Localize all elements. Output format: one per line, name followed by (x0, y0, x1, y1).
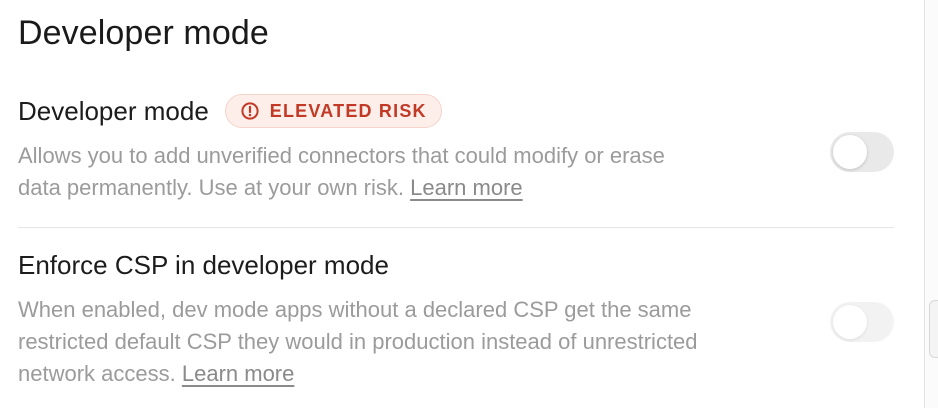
developer-mode-description-text: Allows you to add unverified connectors … (18, 143, 665, 200)
panel-resize-handle[interactable] (929, 300, 938, 358)
enforce-csp-description-text: When enabled, dev mode apps without a de… (18, 297, 698, 386)
section-title: Developer mode (18, 14, 269, 52)
divider (18, 227, 894, 228)
developer-mode-learn-more-link[interactable]: Learn more (410, 175, 523, 200)
badge-label: ELEVATED RISK (269, 100, 427, 121)
enforce-csp-title-line: Enforce CSP in developer mode (18, 248, 894, 282)
panel-edge (924, 0, 938, 408)
developer-mode-setting: Developer mode ELEVATED RISK Allows you … (18, 94, 894, 204)
developer-mode-title: Developer mode (18, 95, 209, 126)
developer-mode-description: Allows you to add unverified connectors … (18, 140, 708, 204)
toggle-knob (833, 305, 867, 339)
toggle-knob (833, 135, 867, 169)
elevated-risk-badge: ELEVATED RISK (224, 94, 442, 128)
settings-page: Developer mode Developer mode ELEVATED R… (0, 0, 938, 408)
enforce-csp-title: Enforce CSP in developer mode (18, 249, 389, 280)
developer-mode-title-line: Developer mode ELEVATED RISK (18, 94, 894, 128)
developer-mode-toggle[interactable] (830, 132, 894, 172)
alert-circle-icon (240, 101, 260, 121)
enforce-csp-description: When enabled, dev mode apps without a de… (18, 294, 708, 390)
enforce-csp-learn-more-link[interactable]: Learn more (182, 361, 295, 386)
enforce-csp-toggle[interactable] (830, 302, 894, 342)
enforce-csp-setting: Enforce CSP in developer mode When enabl… (18, 248, 894, 390)
